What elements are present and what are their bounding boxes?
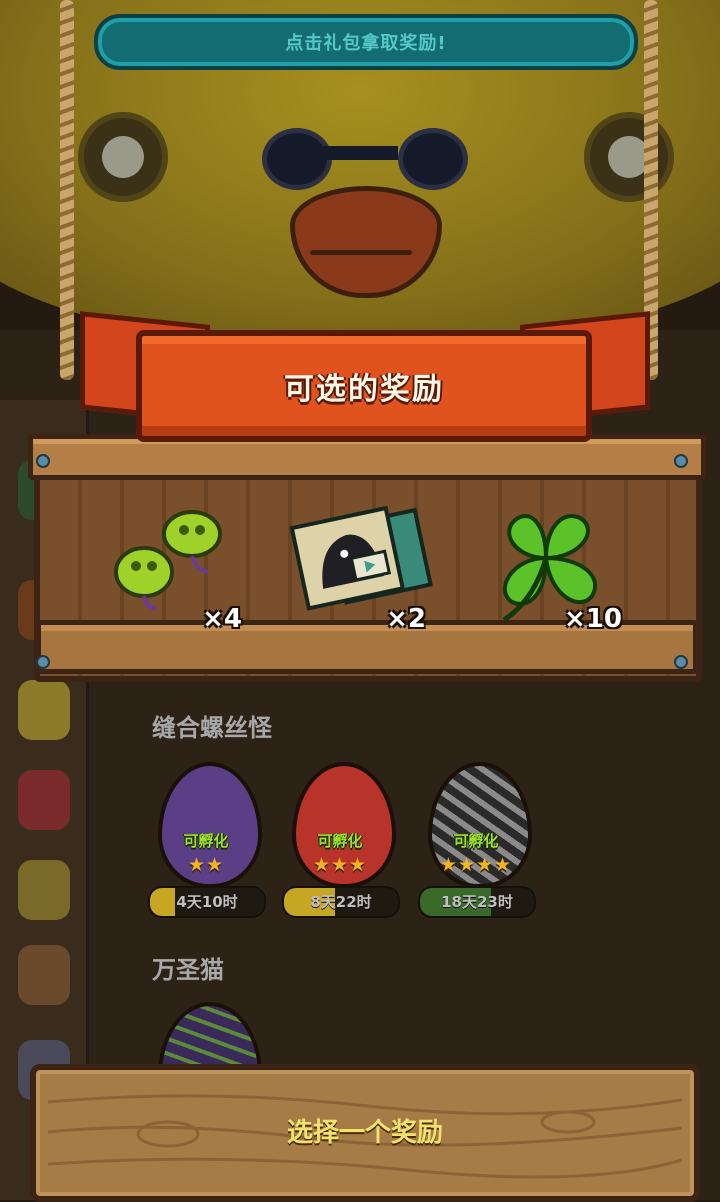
rewards-title: 可选的奖励 bbox=[284, 372, 444, 407]
hatch-timer: 4天10时 bbox=[148, 886, 266, 918]
bolt-icon bbox=[674, 454, 688, 468]
egg-card[interactable]: 可孵化 ★★ 4天10时 bbox=[148, 762, 266, 918]
left-rope bbox=[60, 0, 74, 380]
bolt-icon bbox=[36, 454, 50, 468]
reward-quantity: ×4 bbox=[202, 604, 242, 634]
select-reward-button[interactable]: 选择一个奖励 bbox=[30, 1064, 700, 1202]
bolt-icon bbox=[36, 655, 50, 669]
chick-right-eye bbox=[584, 112, 674, 202]
rarity-stars: ★★★ bbox=[312, 854, 368, 876]
hatchable-label: 可孵化 bbox=[453, 832, 499, 850]
rarity-stars: ★★ bbox=[187, 854, 225, 876]
tap-gift-banner: 点击礼包拿取奖励! bbox=[94, 14, 638, 70]
hatch-timer: 8天22时 bbox=[282, 886, 400, 918]
timer-text: 18天23时 bbox=[441, 893, 513, 911]
hatchable-label: 可孵化 bbox=[317, 832, 363, 850]
reward-quantity: ×2 bbox=[386, 604, 426, 634]
sidebar-red-monster-icon[interactable] bbox=[18, 770, 70, 830]
reward-item-pea-pods[interactable]: ×4 bbox=[104, 500, 254, 640]
timer-text: 4天10时 bbox=[176, 893, 238, 911]
reward-item-blueprint[interactable]: ×2 bbox=[288, 500, 438, 640]
sidebar-yellow-monster-icon[interactable] bbox=[18, 860, 70, 920]
hatchable-label: 可孵化 bbox=[183, 832, 229, 850]
rewards-ribbon: 可选的奖励 bbox=[136, 330, 592, 442]
sidebar-horned-monster-icon[interactable] bbox=[18, 945, 70, 1005]
select-reward-label: 选择一个奖励 bbox=[286, 1118, 443, 1148]
chick-left-eye bbox=[78, 112, 168, 202]
bolt-icon bbox=[674, 655, 688, 669]
goggles-icon bbox=[262, 128, 468, 190]
section-title-halloween-cat: 万圣猫 bbox=[152, 956, 224, 984]
egg-card[interactable]: 可孵化 ★★★ 8天22时 bbox=[282, 762, 400, 918]
sidebar-corn-monster-icon[interactable] bbox=[18, 680, 70, 740]
timer-text: 8天22时 bbox=[310, 893, 372, 911]
section-title-stitched-monster: 缝合螺丝怪 bbox=[152, 714, 272, 742]
egg-card[interactable]: 可孵化 ★★★★ 18天23时 bbox=[418, 762, 536, 918]
hatch-timer: 18天23时 bbox=[418, 886, 536, 918]
reward-item-clover[interactable]: ×10 bbox=[484, 500, 634, 640]
reward-quantity: ×10 bbox=[564, 604, 622, 634]
rarity-stars: ★★★★ bbox=[439, 854, 513, 876]
